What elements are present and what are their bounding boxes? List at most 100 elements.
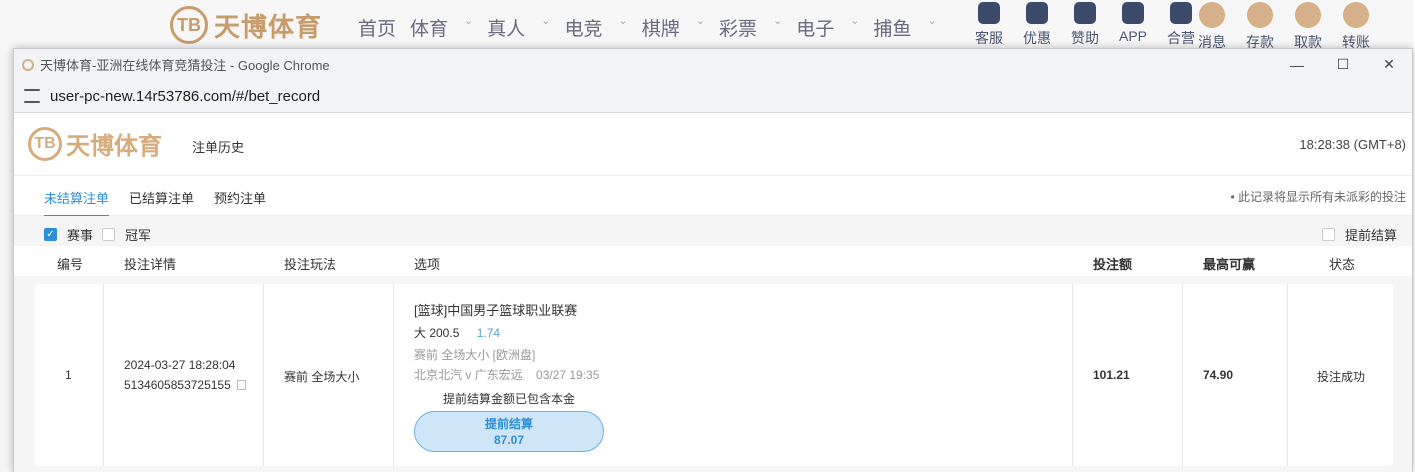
close-button[interactable]: ✕ — [1366, 49, 1412, 80]
window-controls: — ☐ ✕ — [1274, 49, 1412, 80]
match-name: 北京北汽 v 广东宏远 — [414, 368, 523, 382]
url-text[interactable]: user-pc-new.14r53786.com/#/bet_record — [50, 88, 320, 105]
maximize-button[interactable]: ☐ — [1320, 49, 1366, 80]
col-stake: 投注额 — [1093, 257, 1133, 272]
site-nav-item[interactable]: 体育 — [410, 14, 448, 41]
site-nav: 首页 体育 ⌄ 真人 ⌄ 电竞 ⌄ 棋牌 ⌄ 彩票 ⌄ 电子 ⌄ 捕鱼 ⌄ — [358, 14, 937, 41]
checkbox-checked-icon: ✓ — [44, 228, 57, 241]
checkbox-icon — [1322, 228, 1335, 241]
page-title: 注单历史 — [192, 140, 245, 155]
chevron-down-icon: ⌄ — [695, 15, 705, 27]
deposit-icon — [1247, 2, 1273, 28]
col-play: 投注玩法 — [284, 257, 337, 272]
site-nav-item[interactable]: 首页 — [358, 14, 396, 41]
filter-bar: ✓ 赛事 冠军 提前结算 — [14, 216, 1412, 246]
table-header: 编号 投注详情 投注玩法 选项 投注额 最高可赢 状态 — [34, 246, 1393, 276]
tab-settled[interactable]: 已结算注单 — [129, 188, 194, 207]
logo-text: 天博体育 — [214, 11, 323, 42]
site-nav-item[interactable]: 真人 — [487, 14, 525, 41]
favicon-icon — [22, 58, 34, 71]
site-tool-0[interactable]: 客服 — [970, 2, 1008, 48]
selection: 大 200.5 — [414, 326, 460, 340]
odds: 1.74 — [476, 326, 501, 340]
col-status: 状态 — [1329, 257, 1356, 272]
tab-unsettled[interactable]: 未结算注单 — [44, 188, 110, 217]
filter-champion-checkbox[interactable]: 冠军 — [102, 225, 151, 244]
chat-icon — [978, 2, 1000, 24]
site-tool-3[interactable]: 转账 — [1337, 2, 1375, 52]
early-settle-button[interactable]: 提前结算 87.07 — [414, 411, 604, 452]
site-tool-0[interactable]: 消息 — [1193, 2, 1231, 52]
filter-champion-label: 冠军 — [125, 228, 152, 243]
table-body: 1 2024-03-27 18:28:04 5134605853725155 赛… — [14, 276, 1412, 472]
checkbox-icon — [102, 228, 115, 241]
minimize-button[interactable]: — — [1274, 49, 1320, 80]
chevron-down-icon: ⌄ — [541, 15, 551, 27]
site-nav-item[interactable]: 电竞 — [564, 14, 602, 41]
site-nav-item[interactable]: 捕鱼 — [873, 14, 911, 41]
site-account-tools: 消息 存款 取款 转账 — [1193, 2, 1375, 52]
market-info: 赛前 全场大小 [欧洲盘] — [414, 348, 536, 362]
logo-mark-icon: TB — [170, 6, 208, 44]
server-clock: 18:28:38 (GMT+8) — [1299, 137, 1406, 152]
early-settle-amount: 87.07 — [493, 433, 525, 447]
site-nav-item[interactable]: 彩票 — [719, 14, 757, 41]
col-detail: 投注详情 — [124, 257, 177, 272]
site-tool-1[interactable]: 优惠 — [1018, 2, 1056, 48]
bet-play: 赛前 全场大小 — [284, 370, 360, 384]
withdraw-icon — [1295, 2, 1321, 28]
bet-status: 投注成功 — [1317, 370, 1366, 384]
col-option: 选项 — [414, 257, 441, 272]
chevron-down-icon: ⌄ — [464, 15, 474, 27]
chevron-down-icon: ⌄ — [772, 15, 783, 27]
order-id: 5134605853725155 — [124, 378, 231, 392]
site-tool-2[interactable]: 取款 — [1289, 2, 1327, 52]
site-tool-label: 合营 — [1167, 30, 1195, 46]
col-no: 编号 — [57, 257, 84, 272]
league-name: [篮球]中国男子篮球职业联赛 — [414, 303, 578, 318]
bet-time: 2024-03-27 18:28:04 — [124, 358, 236, 372]
app-logo[interactable]: TB 天博体育 — [28, 126, 162, 161]
chevron-down-icon: ⌄ — [618, 15, 628, 27]
site-tool-label: APP — [1118, 28, 1147, 44]
phone-icon — [1122, 2, 1144, 24]
site-tool-2[interactable]: 赞助 — [1066, 2, 1104, 48]
site-logo[interactable]: TB 天博体育 — [170, 6, 322, 44]
early-settle-label: 提前结算 — [484, 417, 533, 431]
browser-window: 天博体育-亚洲在线体育竞猜投注 - Google Chrome — ☐ ✕ us… — [13, 48, 1413, 472]
site-settings-icon[interactable] — [24, 89, 40, 103]
filter-early-settle-label: 提前结算 — [1345, 228, 1398, 243]
match-wrap: 北京北汽 v 广东宏远 03/27 19:35 — [414, 366, 599, 383]
bet-tabs: 未结算注单 已结算注单 预约注单 • 此记录将显示所有未派彩的投注 — [14, 176, 1412, 217]
copy-icon[interactable] — [236, 380, 246, 390]
background-site-header: TB 天博体育 首页 体育 ⌄ 真人 ⌄ 电竞 ⌄ 棋牌 ⌄ 彩票 ⌄ 电子 ⌄ 捕鱼 ⌄ 客服 优惠 赞助 AP… — [0, 0, 1415, 52]
chevron-down-icon: ⌄ — [850, 15, 860, 27]
app-logo-text: 天博体育 — [66, 133, 162, 160]
window-titlebar[interactable]: 天博体育-亚洲在线体育竞猜投注 - Google Chrome — ☐ ✕ — [14, 49, 1412, 80]
site-nav-item[interactable]: 电子 — [796, 14, 834, 41]
star-badge-icon — [1074, 2, 1096, 24]
filter-event-label: 赛事 — [67, 228, 94, 243]
gift-icon — [1026, 2, 1048, 24]
address-bar[interactable]: user-pc-new.14r53786.com/#/bet_record — [14, 80, 1412, 113]
tab-reserved[interactable]: 预约注单 — [214, 188, 266, 207]
tab-note: • 此记录将显示所有未派彩的投注 — [1230, 190, 1406, 204]
app-header: TB 天博体育 注单历史 18:28:38 (GMT+8) — [14, 114, 1412, 176]
handshake-icon — [1170, 2, 1192, 24]
chevron-down-icon: ⌄ — [927, 15, 937, 27]
table-row: 1 2024-03-27 18:28:04 5134605853725155 赛… — [34, 284, 1393, 466]
stake-amount: 101.21 — [1093, 368, 1130, 382]
site-tool-label: 赞助 — [1071, 30, 1099, 46]
site-tool-1[interactable]: 存款 — [1241, 2, 1279, 52]
max-win-amount: 74.90 — [1203, 368, 1234, 382]
cashout-note: 提前结算金额已包含本金 — [443, 392, 576, 406]
selection-wrap: 大 200.5 1.74 — [414, 324, 500, 341]
site-nav-item[interactable]: 棋牌 — [642, 14, 680, 41]
order-id-wrap: 5134605853725155 — [124, 378, 246, 392]
match-time: 03/27 19:35 — [536, 368, 600, 382]
site-tool-3[interactable]: APP — [1114, 2, 1152, 48]
transfer-icon — [1343, 2, 1369, 28]
filter-event-checkbox[interactable]: ✓ 赛事 — [44, 225, 93, 244]
filter-early-settle-checkbox[interactable]: 提前结算 — [1322, 225, 1397, 244]
site-tools: 客服 优惠 赞助 APP 合营 — [970, 2, 1200, 48]
